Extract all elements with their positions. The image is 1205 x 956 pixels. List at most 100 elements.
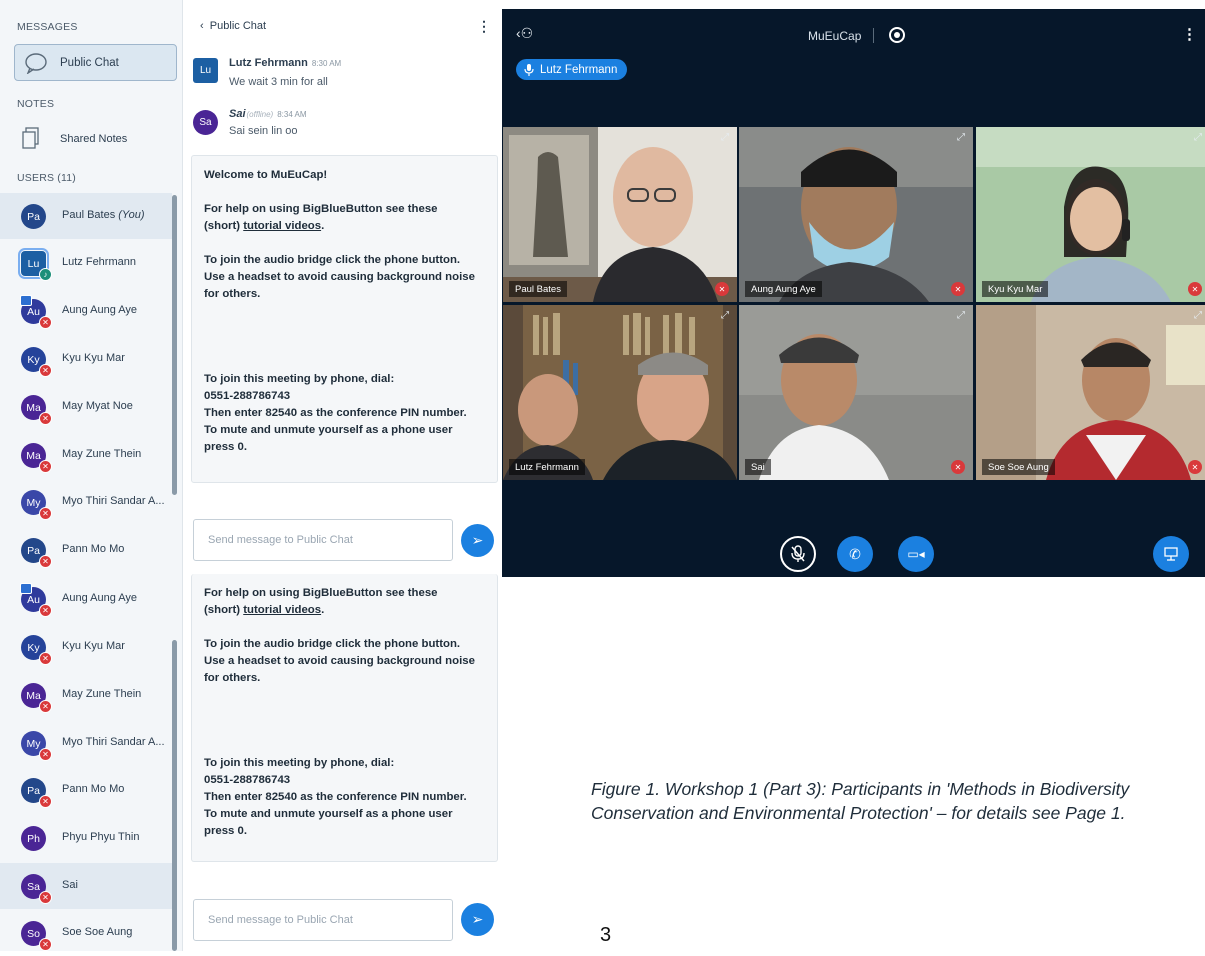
audio-text: To join the audio bridge click the phone…: [204, 636, 485, 687]
video-tile-kyu-kyu-mar[interactable]: ⤢ Kyu Kyu Mar ✕: [976, 127, 1205, 302]
camera-button[interactable]: ▭◂: [898, 536, 934, 572]
message-avatar: Lu: [193, 58, 218, 83]
welcome-prefix: Welcome to: [204, 169, 271, 181]
user-name-text: Aung Aung Aye: [62, 592, 138, 604]
video-feed: [503, 127, 737, 302]
tile-name-label[interactable]: Paul Bates: [509, 281, 567, 297]
chat-back-button[interactable]: ‹ Public Chat: [200, 20, 266, 32]
user-row[interactable]: Pa ✕ Pann Mo Mo: [0, 527, 172, 573]
phone-button[interactable]: ✆: [837, 536, 873, 572]
tile-name-label[interactable]: Soe Soe Aung: [982, 459, 1055, 475]
mic-off-icon: [791, 545, 805, 562]
message-status: (offline): [246, 110, 274, 119]
send-button[interactable]: ➢: [461, 903, 494, 936]
figure-caption: Figure 1. Workshop 1 (Part 3): Participa…: [591, 779, 1130, 823]
user-row[interactable]: Ph Phyu Phyu Thin: [0, 815, 172, 861]
expand-icon[interactable]: ⤢: [957, 132, 965, 143]
user-row[interactable]: So ✕ Soe Soe Aung: [0, 910, 172, 956]
send-button[interactable]: ➢: [461, 524, 494, 557]
presentation-button[interactable]: [1153, 536, 1189, 572]
tile-name-label[interactable]: Aung Aung Aye: [745, 281, 822, 297]
expand-icon[interactable]: ⤢: [721, 132, 729, 143]
user-name-text: Myo Thiri Sandar A...: [62, 495, 165, 507]
chat-message-input[interactable]: Send message to Public Chat: [193, 899, 453, 941]
tutorial-videos-link[interactable]: tutorial videos: [243, 220, 321, 232]
users-scrollbar-lower[interactable]: [172, 640, 177, 951]
microphone-icon: [524, 63, 534, 76]
audio-line: for others.: [204, 672, 261, 684]
options-menu-icon[interactable]: ⋮: [1182, 25, 1197, 43]
user-name-text: Aung Aung Aye: [62, 304, 138, 316]
user-name: Myo Thiri Sandar A...: [62, 736, 165, 748]
user-row[interactable]: My ✕ Myo Thiri Sandar A...: [0, 479, 172, 525]
user-name: Kyu Kyu Mar: [62, 352, 125, 364]
user-name-text: Phyu Phyu Thin: [62, 831, 140, 843]
phone-text: To join this meeting by phone, dial: 0551…: [204, 755, 485, 840]
mic-off-icon: ✕: [39, 748, 52, 761]
user-row[interactable]: Sa ✕ Sai: [0, 863, 172, 909]
user-name: Pann Mo Mo: [62, 543, 124, 555]
send-icon: ➢: [471, 911, 484, 927]
mic-off-icon: ✕: [951, 460, 965, 474]
meeting-title: MuEuCap: [808, 29, 862, 43]
user-row[interactable]: Au ✕ Aung Aung Aye: [0, 576, 172, 622]
user-row[interactable]: Ky ✕ Kyu Kyu Mar: [0, 624, 172, 670]
user-row[interactable]: Ma ✕ May Myat Noe: [0, 384, 172, 430]
mic-off-icon: ✕: [951, 282, 965, 296]
tile-name-label[interactable]: Kyu Kyu Mar: [982, 281, 1049, 297]
tile-name-label[interactable]: Lutz Fehrmann: [509, 459, 585, 475]
notes-section-title: NOTES: [17, 98, 55, 110]
mic-off-icon: ✕: [39, 555, 52, 568]
users-scrollbar[interactable]: [172, 195, 177, 495]
expand-icon[interactable]: ⤢: [721, 310, 729, 321]
chat-bubble-icon: [25, 53, 47, 74]
phone-line: press 0.: [204, 441, 248, 453]
welcome-message: Welcome to MuEuCap! For help on using Bi…: [191, 155, 498, 483]
record-icon[interactable]: [889, 27, 905, 43]
talking-indicator: Lutz Fehrmann: [516, 59, 628, 80]
user-row[interactable]: Ma ✕ May Zune Thein: [0, 672, 172, 718]
video-tile-paul-bates[interactable]: ⤢ Paul Bates ✕: [503, 127, 737, 302]
video-tile-soe-soe-aung[interactable]: ⤢ Soe Soe Aung ✕: [976, 305, 1205, 480]
message-text: Sai sein lin oo: [229, 125, 298, 137]
user-row[interactable]: My ✕ Myo Thiri Sandar A...: [0, 720, 172, 766]
users-icon[interactable]: ‹⚇: [516, 25, 533, 42]
expand-icon[interactable]: ⤢: [1194, 310, 1202, 321]
user-row[interactable]: Au ✕ Aung Aung Aye: [0, 288, 172, 334]
tile-name-label[interactable]: Sai: [745, 459, 771, 475]
chat-panel: ‹ Public Chat ⋮ Lu Lutz Fehrmann 8:30 AM …: [183, 0, 501, 951]
video-tile-sai[interactable]: ⤢ Sai ✕: [739, 305, 973, 480]
user-name: May Zune Thein: [62, 448, 141, 460]
chat-title: Public Chat: [209, 20, 267, 32]
mute-button[interactable]: [780, 536, 816, 572]
mic-off-icon: ✕: [39, 316, 52, 329]
public-chat-item[interactable]: Public Chat: [14, 44, 177, 81]
video-tile-lutz-fehrmann[interactable]: ⤢ Lutz Fehrmann: [503, 305, 737, 480]
expand-icon[interactable]: ⤢: [1194, 132, 1202, 143]
page-number: 3: [600, 924, 612, 946]
user-row[interactable]: Pa Paul Bates (You): [0, 193, 172, 239]
user-row[interactable]: Pa ✕ Pann Mo Mo: [0, 767, 172, 813]
user-row[interactable]: Ma ✕ May Zune Thein: [0, 432, 172, 478]
send-icon: ➢: [471, 532, 484, 548]
user-name: Pann Mo Mo: [62, 783, 124, 795]
talker-name: Lutz Fehrmann: [540, 63, 618, 76]
chat-message-input[interactable]: Send message to Public Chat: [193, 519, 453, 561]
mic-off-icon: ✕: [39, 604, 52, 617]
mic-off-icon: ✕: [39, 507, 52, 520]
chat-options-icon[interactable]: ⋮: [477, 18, 491, 35]
user-name: May Zune Thein: [62, 688, 141, 700]
user-name-text: Kyu Kyu Mar: [62, 640, 125, 652]
user-name-text: Kyu Kyu Mar: [62, 352, 125, 364]
messages-section-title: MESSAGES: [17, 21, 78, 33]
user-name: Aung Aung Aye: [62, 304, 137, 316]
user-row[interactable]: Ky ✕ Kyu Kyu Mar: [0, 336, 172, 382]
user-name: Aung Aung Aye: [62, 592, 137, 604]
help-line: For help on using BigBlueButton see thes…: [204, 587, 438, 599]
expand-icon[interactable]: ⤢: [957, 310, 965, 321]
user-row[interactable]: Lu ♪ Lutz Fehrmann: [0, 240, 172, 286]
title-separator: [873, 28, 874, 43]
tutorial-videos-link[interactable]: tutorial videos: [243, 604, 321, 616]
avatar: Pa: [21, 204, 46, 229]
video-tile-aung-aung-aye[interactable]: ⤢ Aung Aung Aye ✕: [739, 127, 973, 302]
